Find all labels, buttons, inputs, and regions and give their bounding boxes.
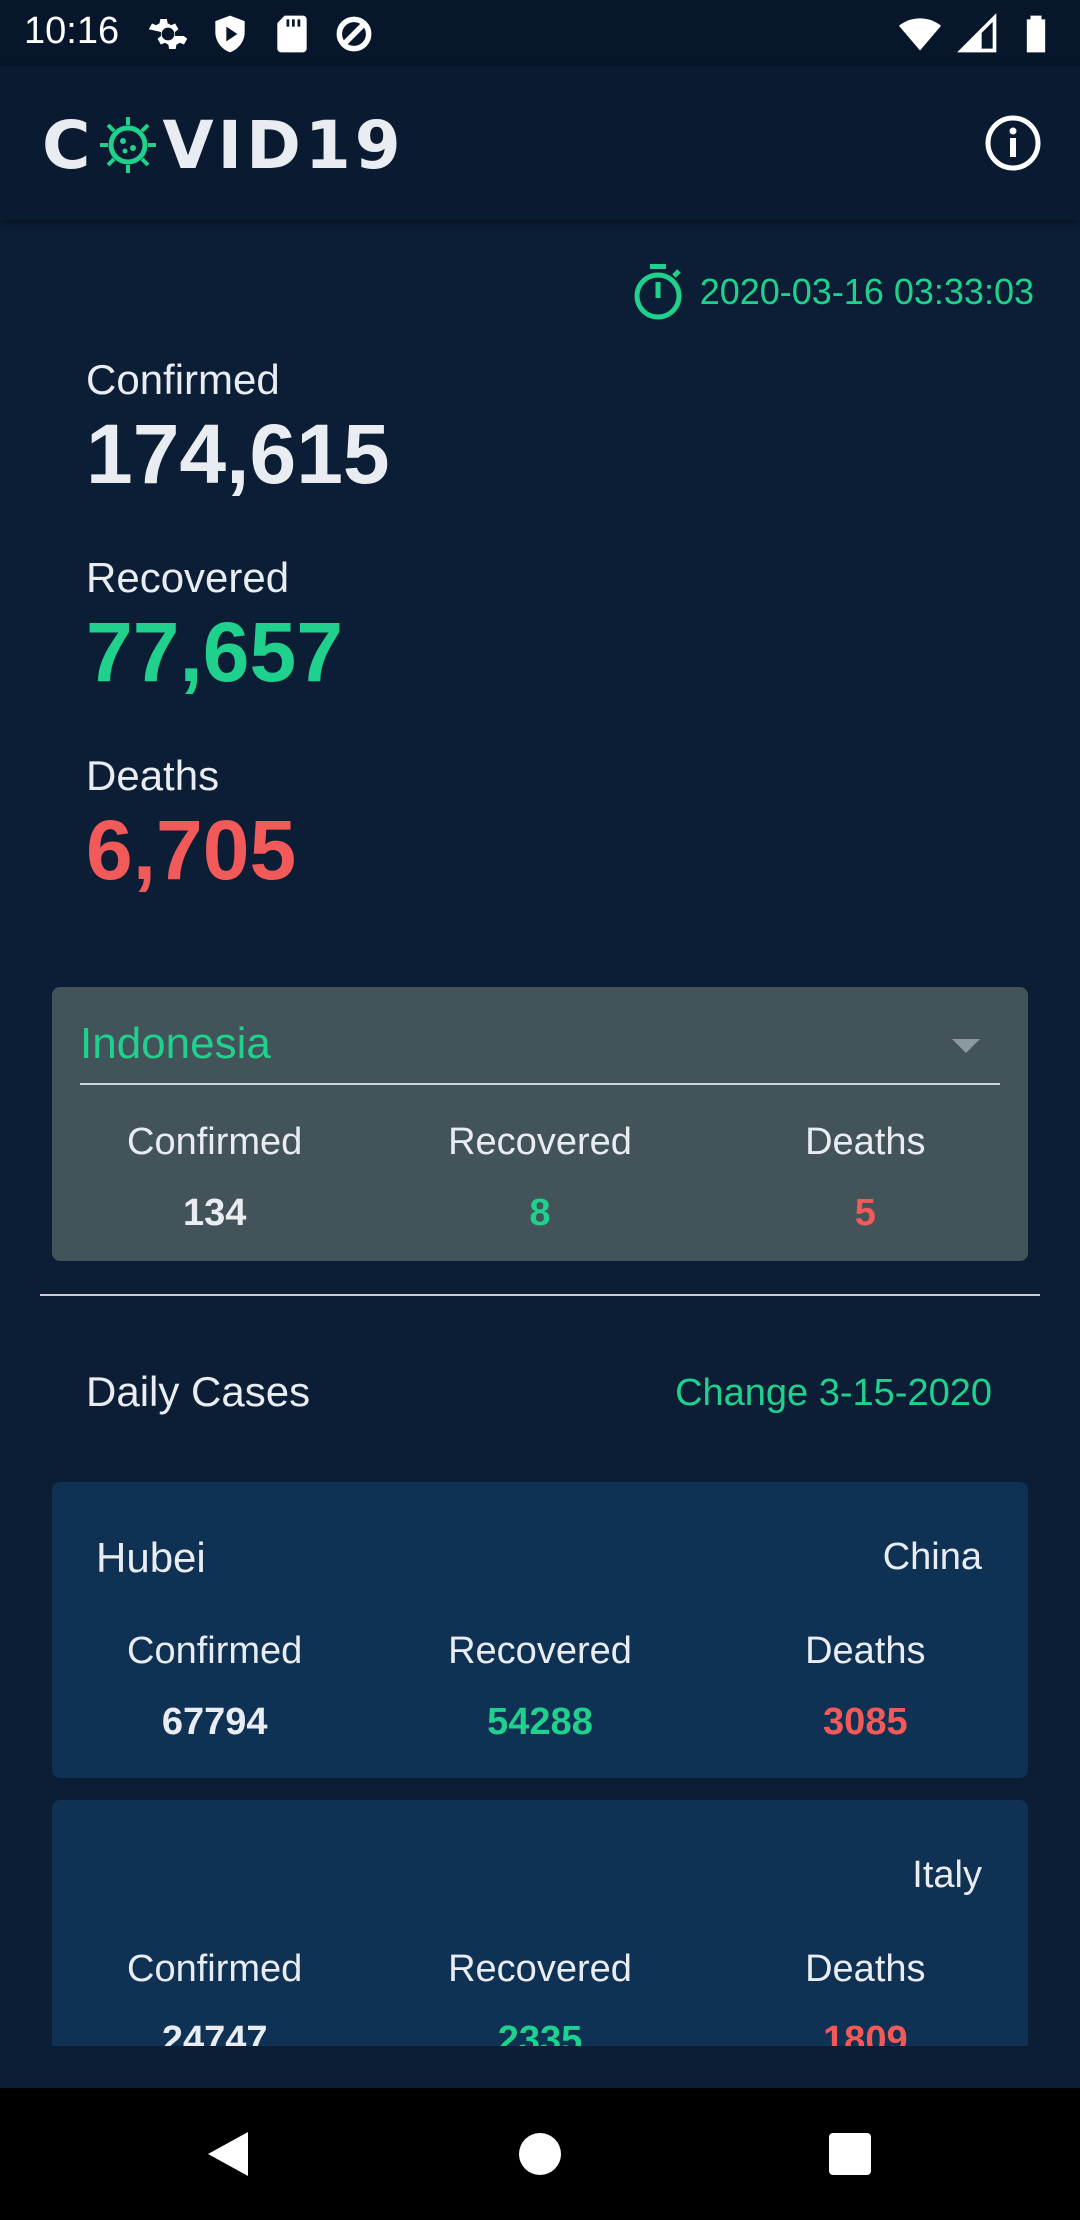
sd-card-icon — [277, 15, 307, 53]
logo-text-right: VID19 — [162, 106, 405, 184]
case-deaths-label: Deaths — [805, 1948, 926, 1990]
daily-change-date[interactable]: Change 3-15-2020 — [675, 1372, 992, 1415]
case-province: Hubei — [96, 1534, 206, 1581]
case-stats-row: Confirmed 24747 Recovered 2335 Deaths 18… — [52, 1948, 1028, 2046]
country-confirmed-value: 134 — [182, 1192, 247, 1234]
last-updated: 2020-03-16 03:33:03 — [630, 262, 1034, 322]
daily-cases-title: Daily Cases — [86, 1368, 311, 1415]
global-recovered: Recovered 77,657 — [86, 554, 343, 694]
global-deaths-value: 6,705 — [86, 803, 297, 897]
home-icon[interactable] — [510, 2124, 570, 2184]
country-stats-row: Confirmed 134 Recovered 8 Deaths 5 — [52, 1121, 1028, 1235]
case-deaths-value: 1809 — [823, 2019, 908, 2046]
status-time: 10:16 — [24, 10, 120, 52]
case-recovered-value: 54288 — [487, 1701, 593, 1743]
global-confirmed-label: Confirmed — [86, 356, 280, 403]
global-deaths-label: Deaths — [86, 752, 220, 799]
shield-play-icon — [215, 15, 245, 53]
daily-case-card[interactable]: Italy Confirmed 24747 Recovered 2335 Dea… — [52, 1800, 1028, 2046]
info-icon[interactable] — [984, 114, 1042, 172]
case-recovered: Recovered 54288 — [377, 1630, 702, 1744]
status-bar: 10:16 — [0, 0, 1080, 66]
global-confirmed: Confirmed 174,615 — [86, 356, 390, 496]
daily-cases-list[interactable]: Hubei China Confirmed 67794 Recovered 54… — [52, 1482, 1028, 2046]
country-dropdown[interactable]: Indonesia — [80, 1015, 1000, 1085]
case-confirmed: Confirmed 67794 — [52, 1630, 377, 1744]
logo-text-left: C — [42, 106, 95, 184]
case-stats-row: Confirmed 67794 Recovered 54288 Deaths 3… — [52, 1630, 1028, 1744]
case-deaths-label: Deaths — [805, 1630, 926, 1672]
country-deaths: Deaths 5 — [703, 1121, 1028, 1235]
battery-icon — [1026, 15, 1046, 53]
country-recovered-value: 8 — [529, 1192, 551, 1234]
country-deaths-label: Deaths — [805, 1121, 926, 1163]
country-deaths-value: 5 — [854, 1192, 876, 1234]
country-recovered-label: Recovered — [448, 1121, 632, 1163]
cell-signal-icon — [957, 13, 997, 53]
global-confirmed-value: 174,615 — [86, 407, 390, 501]
case-country: China — [882, 1536, 982, 1578]
case-confirmed-value: 67794 — [161, 1701, 268, 1743]
country-confirmed: Confirmed 134 — [52, 1121, 377, 1235]
case-recovered-value: 2335 — [497, 2019, 583, 2046]
section-divider — [40, 1294, 1040, 1296]
country-dropdown-value: Indonesia — [80, 1019, 271, 1068]
status-notification-icons — [146, 12, 376, 56]
case-recovered-label: Recovered — [448, 1630, 632, 1672]
recents-icon[interactable] — [820, 2124, 880, 2184]
virus-icon — [100, 117, 157, 173]
case-recovered: Recovered 2335 — [377, 1948, 702, 2046]
back-icon[interactable] — [200, 2124, 260, 2184]
case-confirmed: Confirmed 24747 — [52, 1948, 377, 2046]
case-confirmed-label: Confirmed — [127, 1630, 303, 1672]
settings-icon — [148, 18, 188, 50]
system-nav-bar — [0, 2088, 1080, 2220]
stopwatch-icon — [634, 264, 682, 320]
case-country: Italy — [912, 1854, 982, 1896]
global-deaths: Deaths 6,705 — [86, 752, 296, 892]
case-recovered-label: Recovered — [448, 1948, 632, 1990]
app-bar: C VID19 — [0, 66, 1080, 220]
wifi-icon — [898, 18, 942, 51]
data-saver-icon — [336, 16, 372, 52]
global-recovered-value: 77,657 — [86, 605, 343, 699]
country-recovered: Recovered 8 — [377, 1121, 702, 1235]
status-system-icons — [898, 12, 1058, 56]
case-deaths: Deaths 3085 — [703, 1630, 1028, 1744]
app-logo: C VID19 — [42, 107, 405, 184]
case-deaths: Deaths 1809 — [703, 1948, 1028, 2046]
global-recovered-label: Recovered — [86, 554, 290, 601]
last-updated-text: 2020-03-16 03:33:03 — [699, 271, 1034, 312]
case-deaths-value: 3085 — [823, 1701, 908, 1743]
country-card: Indonesia Confirmed 134 Recovered 8 Deat… — [52, 987, 1028, 1261]
country-confirmed-label: Confirmed — [127, 1121, 303, 1163]
case-confirmed-label: Confirmed — [127, 1948, 303, 1990]
dropdown-arrow-icon — [952, 1039, 980, 1053]
daily-case-card[interactable]: Hubei China Confirmed 67794 Recovered 54… — [52, 1482, 1028, 1778]
case-confirmed-value: 24747 — [161, 2019, 268, 2046]
